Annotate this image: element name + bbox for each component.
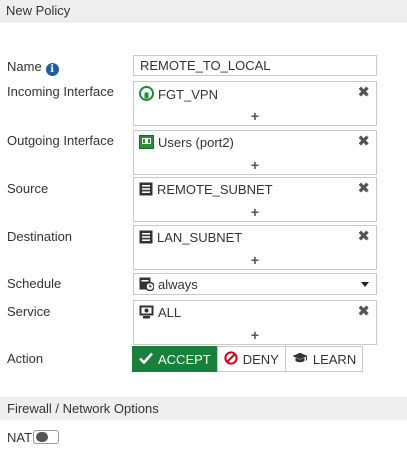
- remove-outgoing-icon[interactable]: ✖: [357, 133, 370, 151]
- outgoing-interface-value: Users (port2): [158, 135, 234, 150]
- learn-label: LEARN: [312, 351, 357, 367]
- page-title: New Policy: [6, 3, 71, 18]
- firewall-network-options-header: Firewall / Network Options: [0, 397, 407, 420]
- checkmark-icon: [139, 352, 153, 367]
- name-field[interactable]: REMOTE_TO_LOCAL: [133, 55, 377, 76]
- incoming-interface-value: FGT_VPN: [158, 87, 218, 102]
- name-label: Name i: [7, 59, 59, 76]
- section-title: Firewall / Network Options: [7, 401, 159, 416]
- source-value: REMOTE_SUBNET: [157, 182, 273, 197]
- destination-entry[interactable]: LAN_SUBNET: [139, 230, 242, 247]
- learn-button[interactable]: LEARN: [284, 346, 364, 372]
- source-label: Source: [7, 181, 49, 196]
- add-destination-button[interactable]: +: [134, 252, 376, 268]
- address-object-icon: [139, 182, 153, 199]
- chevron-down-icon: [361, 282, 369, 287]
- source-field[interactable]: REMOTE_SUBNET ✖ +: [133, 177, 377, 222]
- schedule-label: Schedule: [7, 276, 62, 291]
- schedule-entry: always: [139, 277, 198, 294]
- nat-toggle[interactable]: [33, 430, 59, 444]
- schedule-value: always: [158, 277, 198, 292]
- accept-label: ACCEPT: [158, 351, 211, 367]
- deny-button[interactable]: DENY: [216, 346, 286, 372]
- action-label: Action: [7, 351, 44, 366]
- outgoing-interface-entry[interactable]: Users (port2): [139, 135, 234, 152]
- graduation-cap-icon: [292, 352, 308, 367]
- add-source-button[interactable]: +: [134, 204, 376, 220]
- page-header: New Policy: [0, 0, 407, 22]
- action-selector: ACCEPT DENY LEARN: [132, 346, 364, 372]
- schedule-icon: [139, 277, 155, 294]
- incoming-interface-field[interactable]: FGT_VPN ✖ +: [133, 81, 377, 126]
- info-icon[interactable]: i: [45, 63, 59, 76]
- vpn-tunnel-icon: [139, 86, 154, 104]
- service-entry[interactable]: ALL: [139, 305, 181, 322]
- incoming-interface-label: Incoming Interface: [7, 84, 114, 99]
- remove-incoming-icon[interactable]: ✖: [357, 84, 370, 102]
- deny-label: DENY: [242, 351, 279, 367]
- destination-field[interactable]: LAN_SUBNET ✖ +: [133, 225, 377, 270]
- add-service-button[interactable]: +: [134, 327, 376, 343]
- schedule-dropdown[interactable]: always: [133, 273, 377, 295]
- incoming-interface-entry[interactable]: FGT_VPN: [139, 86, 218, 104]
- toggle-knob: [36, 432, 48, 442]
- add-outgoing-button[interactable]: +: [134, 157, 376, 173]
- name-label-text: Name: [7, 59, 42, 74]
- add-incoming-button[interactable]: +: [134, 108, 376, 124]
- outgoing-interface-label: Outgoing Interface: [7, 133, 114, 148]
- service-field[interactable]: ALL ✖ +: [133, 300, 377, 345]
- deny-icon: [224, 350, 238, 368]
- remove-service-icon[interactable]: ✖: [357, 303, 370, 321]
- service-label: Service: [7, 304, 51, 319]
- service-icon: [139, 305, 154, 322]
- destination-label: Destination: [7, 229, 73, 244]
- outgoing-interface-field[interactable]: Users (port2) ✖ +: [133, 130, 377, 175]
- remove-source-icon[interactable]: ✖: [357, 180, 370, 198]
- source-entry[interactable]: REMOTE_SUBNET: [139, 182, 273, 199]
- address-object-icon: [139, 230, 153, 247]
- nat-label: NAT: [7, 430, 33, 445]
- network-port-icon: [139, 135, 154, 152]
- name-value: REMOTE_TO_LOCAL: [140, 58, 271, 73]
- destination-value: LAN_SUBNET: [157, 230, 243, 245]
- remove-destination-icon[interactable]: ✖: [357, 228, 370, 246]
- service-value: ALL: [158, 305, 182, 320]
- accept-button[interactable]: ACCEPT: [132, 346, 218, 372]
